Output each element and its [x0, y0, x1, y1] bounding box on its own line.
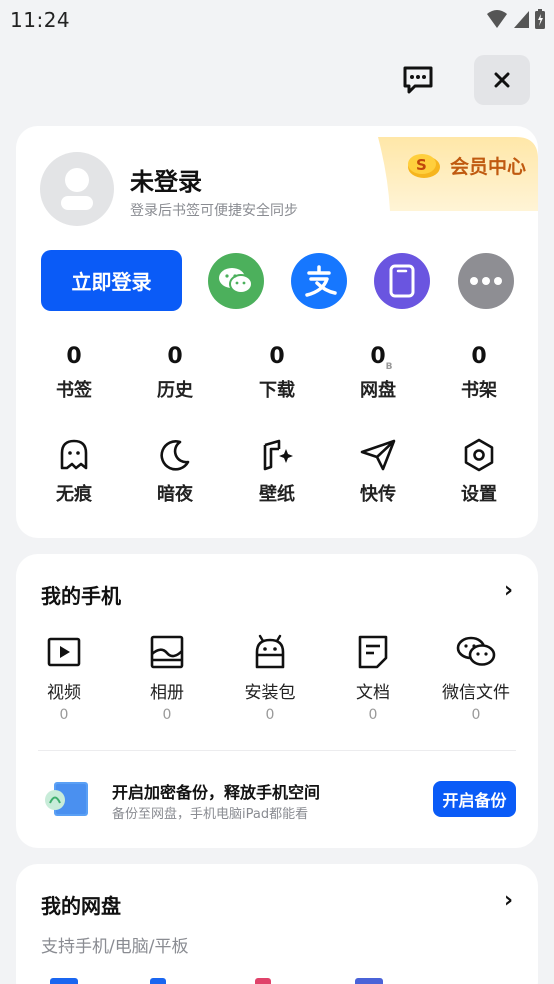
stat-downloads[interactable]: 0 下载 [237, 342, 317, 402]
signal-icon [514, 11, 529, 28]
backup-title: 开启加密备份，释放手机空间 [112, 783, 321, 802]
phone-item-video[interactable]: 视频 0 [14, 632, 114, 723]
more-icon [470, 277, 502, 285]
user-icon [61, 168, 93, 210]
device-peek-icon [50, 978, 78, 984]
device-login-button[interactable] [374, 253, 430, 309]
stat-value: 0 [269, 344, 285, 369]
my-cloud-drive-title[interactable]: 我的网盘 [41, 890, 121, 919]
phone-item-label: 安装包 [244, 683, 296, 703]
stat-label: 网盘 [360, 380, 396, 401]
stat-bookmarks[interactable]: 0 书签 [34, 342, 114, 402]
phone-item-apk[interactable]: 安装包 0 [220, 632, 320, 723]
wechat-file-icon [456, 636, 496, 666]
tool-label: 快传 [360, 484, 396, 505]
stat-value: 0 [167, 344, 183, 369]
alipay-login-button[interactable] [291, 253, 347, 309]
document-icon [358, 635, 388, 669]
my-cloud-drive-card [16, 864, 538, 984]
user-subtitle: 登录后书签可便捷安全同步 [130, 203, 298, 219]
stat-bookshelf[interactable]: 0 书架 [439, 342, 519, 402]
backup-folder-icon [45, 782, 88, 816]
phone-item-count: 0 [265, 707, 275, 723]
moon-icon [160, 440, 190, 471]
settings-icon [464, 438, 494, 472]
stat-value: 0 [370, 344, 386, 369]
svg-text:S: S [416, 156, 427, 174]
stat-label: 历史 [157, 380, 193, 401]
stat-label: 书架 [461, 380, 497, 401]
status-bar: 11:24 [0, 0, 554, 40]
my-phone-title[interactable]: 我的手机 [41, 580, 121, 609]
enable-backup-button[interactable]: 开启备份 [433, 781, 516, 817]
tool-settings[interactable]: 设置 [439, 436, 519, 506]
close-button[interactable] [474, 55, 530, 105]
backup-subtitle: 备份至网盘，手机电脑iPad都能看 [112, 807, 309, 822]
login-button[interactable]: 立即登录 [41, 250, 182, 311]
my-cloud-drive-subtitle: 支持手机/电脑/平板 [41, 937, 189, 957]
tool-label: 设置 [461, 484, 497, 505]
status-time: 11:24 [10, 8, 71, 32]
stat-history[interactable]: 0 历史 [135, 342, 215, 402]
stat-unit: B [385, 362, 393, 372]
my-phone-chevron-icon[interactable]: › [504, 578, 513, 603]
phone-item-label: 文档 [356, 683, 390, 703]
device-peek-icon [255, 978, 271, 984]
phone-item-label: 相册 [150, 683, 184, 703]
phone-item-count: 0 [471, 707, 481, 723]
wallpaper-icon [263, 439, 293, 471]
tool-quick-transfer[interactable]: 快传 [338, 436, 418, 506]
video-icon [47, 637, 81, 667]
message-icon [403, 66, 433, 94]
phone-item-label: 视频 [47, 683, 81, 703]
vip-coin-icon: S [408, 154, 440, 178]
message-button[interactable] [390, 55, 446, 105]
apk-icon [255, 634, 285, 669]
wechat-icon [219, 268, 253, 294]
phone-item-document[interactable]: 文档 0 [323, 632, 423, 723]
tool-night-mode[interactable]: 暗夜 [135, 436, 215, 506]
tool-label: 暗夜 [157, 484, 193, 505]
phone-item-wechat-files[interactable]: 微信文件 0 [426, 632, 526, 723]
tool-wallpaper[interactable]: 壁纸 [237, 436, 317, 506]
status-icons [486, 8, 546, 30]
stat-value-wrap: 0B [338, 342, 418, 372]
device-peek-icon [355, 978, 383, 984]
vip-center-label[interactable]: 会员中心 [450, 152, 526, 179]
device-peek-icon [150, 978, 166, 984]
user-name[interactable]: 未登录 [130, 162, 202, 197]
close-icon [494, 72, 510, 88]
my-cloud-drive-chevron-icon[interactable]: › [504, 888, 513, 913]
tool-label: 无痕 [56, 484, 92, 505]
stat-label: 书签 [56, 380, 92, 401]
divider [38, 750, 516, 751]
wifi-icon [487, 10, 507, 28]
stat-value: 0 [66, 344, 82, 369]
phone-item-album[interactable]: 相册 0 [117, 632, 217, 723]
phone-item-count: 0 [59, 707, 69, 723]
stat-value: 0 [471, 344, 487, 369]
wechat-login-button[interactable] [208, 253, 264, 309]
battery-icon [535, 9, 545, 29]
ghost-icon [60, 439, 88, 470]
stat-cloud-drive[interactable]: 0B 网盘 [338, 342, 418, 402]
tool-incognito[interactable]: 无痕 [34, 436, 114, 506]
more-login-button[interactable] [458, 253, 514, 309]
tool-label: 壁纸 [259, 484, 295, 505]
send-icon [360, 439, 396, 471]
stat-label: 下载 [259, 380, 295, 401]
phone-item-label: 微信文件 [442, 683, 510, 703]
album-icon [150, 635, 184, 669]
phone-item-count: 0 [368, 707, 378, 723]
phone-icon [389, 264, 415, 298]
alipay-icon [305, 265, 337, 297]
avatar[interactable] [40, 152, 114, 226]
phone-item-count: 0 [162, 707, 172, 723]
